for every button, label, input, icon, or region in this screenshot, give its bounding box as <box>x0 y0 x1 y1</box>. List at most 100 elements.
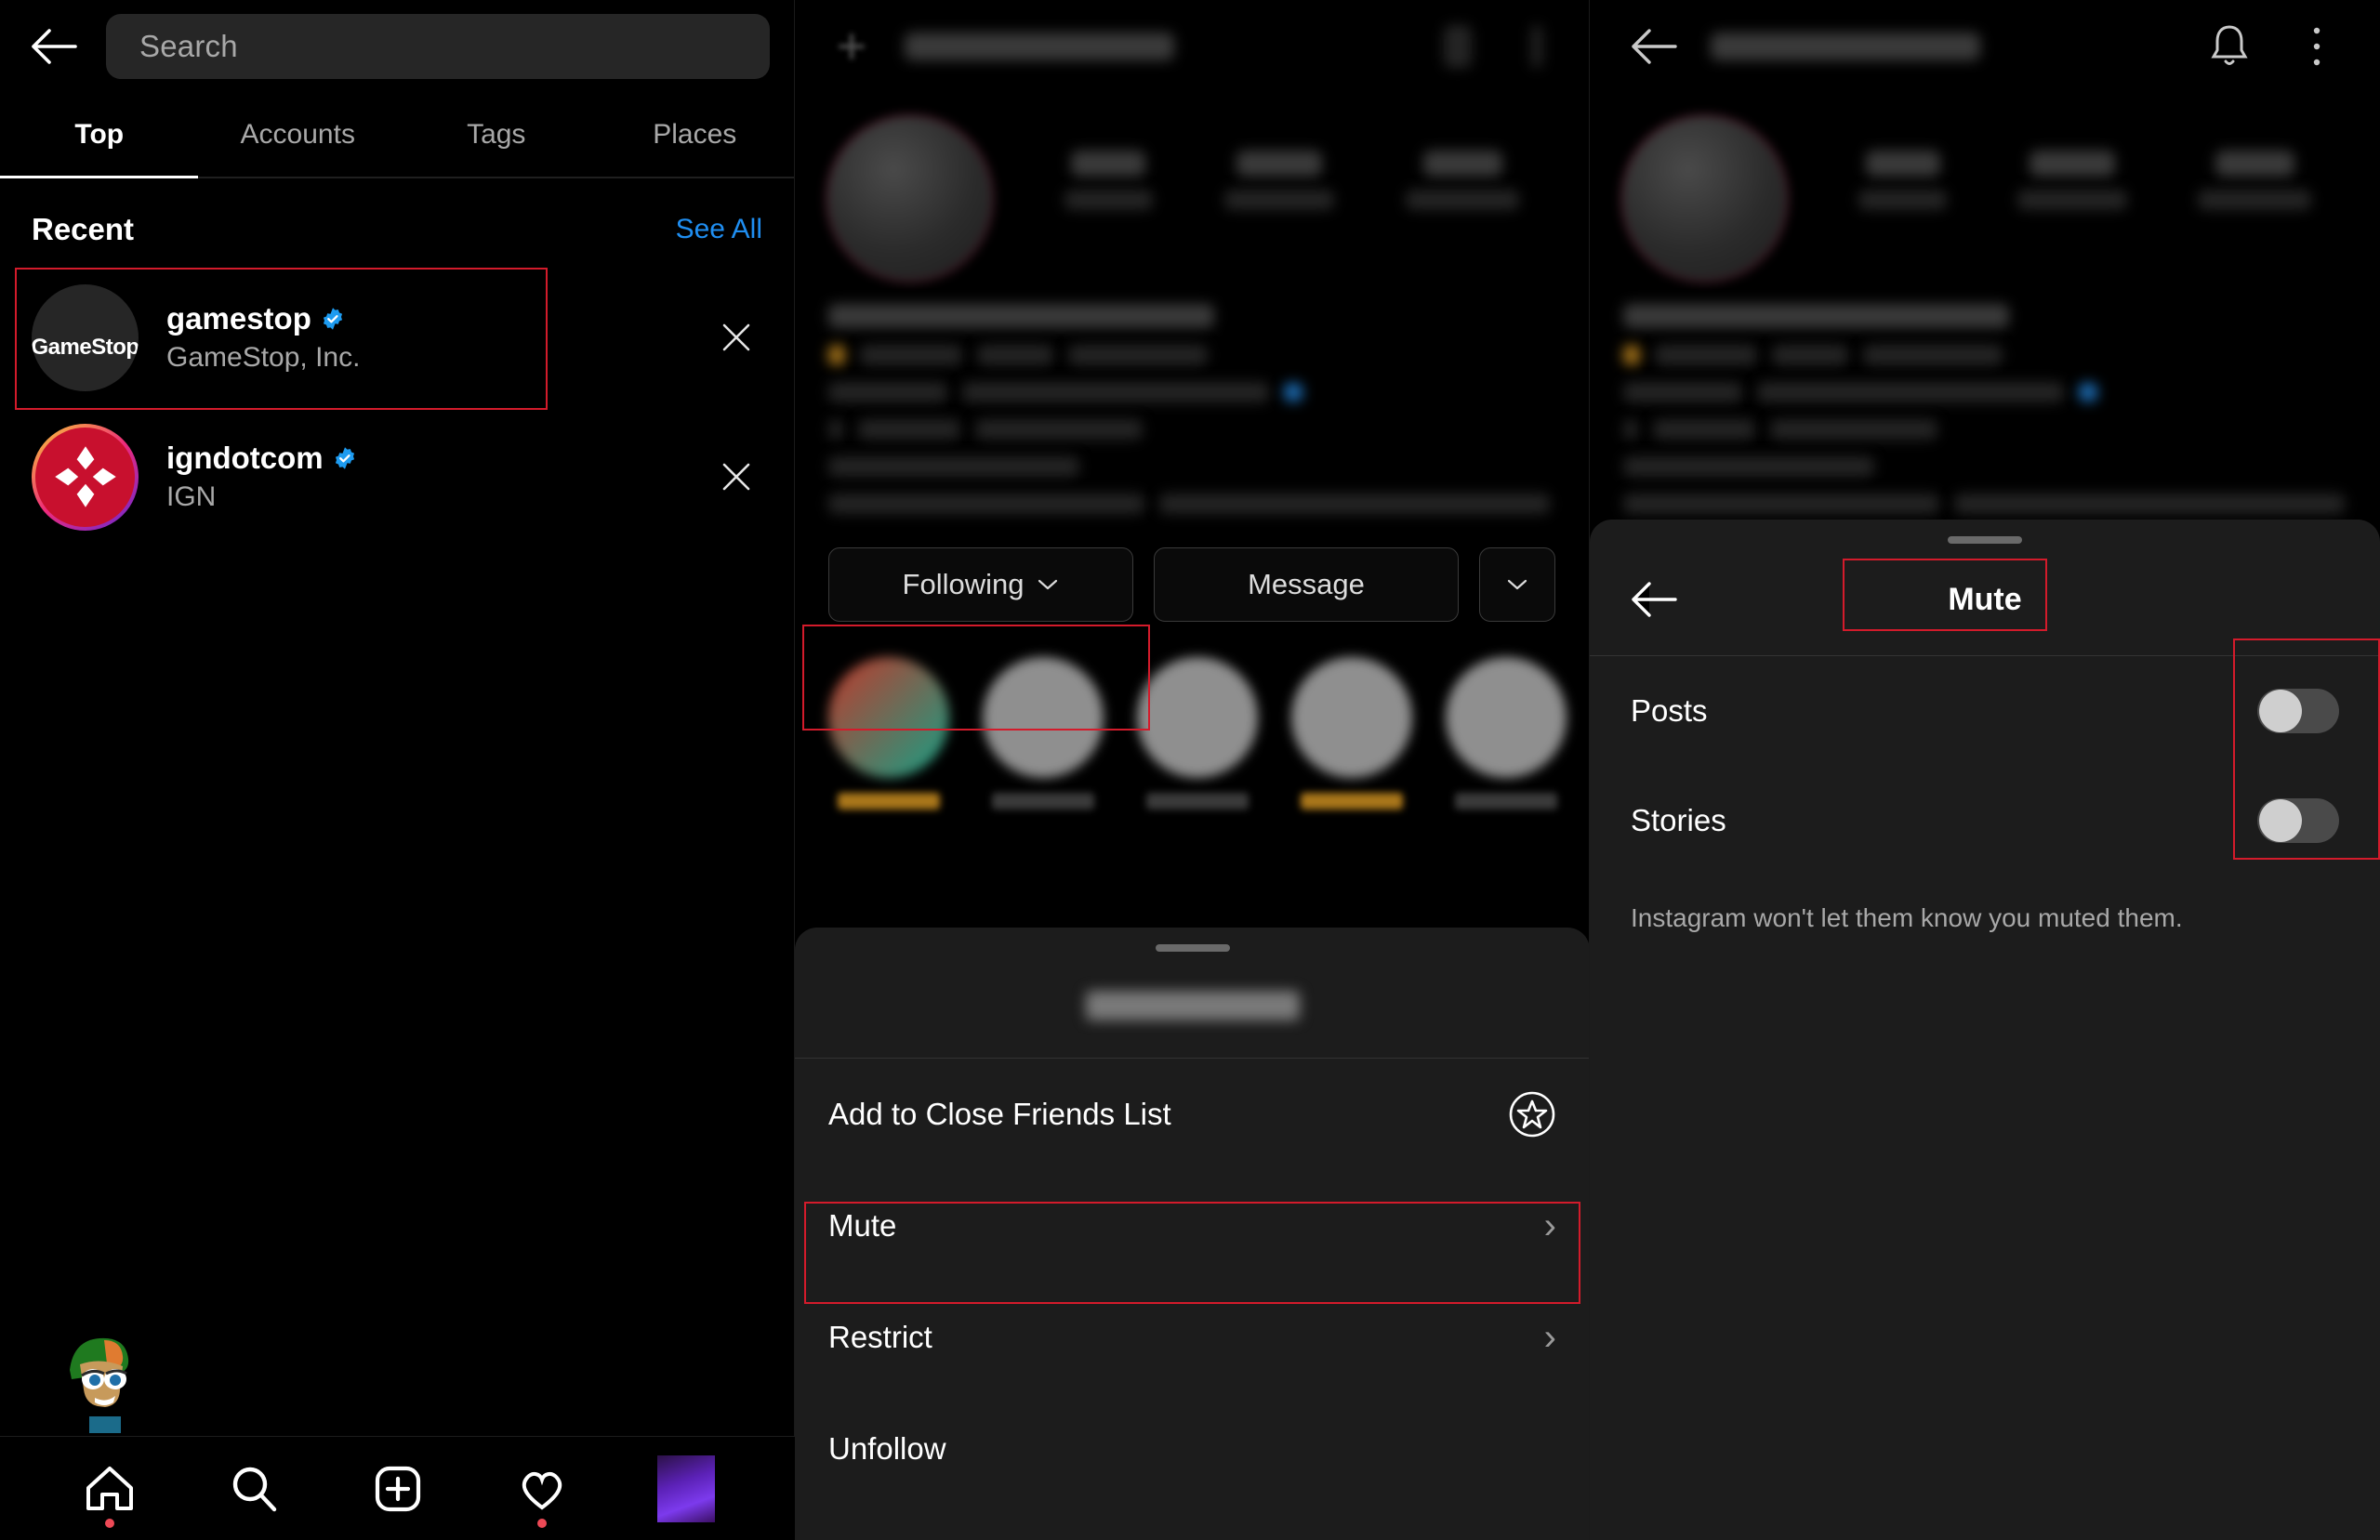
menu-item-unfollow[interactable]: Unfollow <box>795 1393 1589 1505</box>
highlight-item[interactable] <box>1291 657 1412 809</box>
list-item[interactable]: igndotcom IGN <box>0 407 794 546</box>
menu-item-label: Add to Close Friends List <box>828 1097 1171 1131</box>
account-username-row: gamestop <box>166 301 682 336</box>
highlight-item[interactable] <box>1137 657 1258 809</box>
list-item[interactable]: GameStop gamestop GameStop, Inc. <box>0 268 794 407</box>
verified-badge-icon <box>335 447 354 469</box>
more-vertical-icon[interactable] <box>2287 17 2347 76</box>
stat-following <box>2198 151 2311 210</box>
close-icon[interactable] <box>710 451 762 503</box>
bio-line <box>1623 304 2009 328</box>
mute-posts-label: Posts <box>1631 693 1708 728</box>
bio-line <box>828 304 1214 328</box>
plus-icon[interactable] <box>823 18 880 75</box>
mute-stories-toggle[interactable] <box>2257 798 2339 843</box>
menu-item-mute[interactable]: Mute › <box>795 1170 1589 1282</box>
tab-places[interactable]: Places <box>596 93 795 177</box>
bio-line <box>828 419 1555 440</box>
nav-activity[interactable] <box>505 1452 579 1528</box>
menu-item-restrict[interactable]: Restrict › <box>795 1282 1589 1393</box>
tab-accounts-label: Accounts <box>240 119 355 150</box>
chevron-down-icon <box>1038 579 1058 590</box>
mute-stories-row[interactable]: Stories <box>1590 766 2380 875</box>
profile-stats <box>1028 117 1555 210</box>
message-button[interactable]: Message <box>1154 547 1459 622</box>
nav-create[interactable] <box>361 1452 435 1526</box>
close-icon[interactable] <box>710 311 762 363</box>
mute-sheet-header: Mute <box>1590 544 2380 655</box>
search-topbar: Search <box>0 0 794 93</box>
search-input[interactable]: Search <box>106 14 770 79</box>
account-text: igndotcom IGN <box>166 441 682 513</box>
profile-avatar-icon <box>656 1454 715 1522</box>
mute-topbar <box>1590 0 2380 93</box>
avatar <box>46 1322 149 1433</box>
avatar-label: GameStop <box>32 335 139 360</box>
menu-item-close-friends[interactable]: Add to Close Friends List <box>795 1059 1589 1170</box>
bio-line <box>1623 456 1874 477</box>
bottom-navigation-bar <box>0 1436 795 1540</box>
chevron-down-icon <box>1507 579 1527 590</box>
back-arrow-icon[interactable] <box>1623 17 1683 76</box>
highlight-item[interactable] <box>828 657 949 809</box>
stat-posts[interactable] <box>1064 151 1153 210</box>
avatar: GameStop <box>32 283 139 391</box>
sheet-grabber[interactable] <box>1948 536 2022 544</box>
nav-profile[interactable] <box>649 1452 723 1526</box>
more-options-button[interactable] <box>1479 547 1555 622</box>
menu-item-label: Unfollow <box>828 1431 946 1466</box>
verified-badge-icon <box>323 308 342 330</box>
search-tabs: Top Accounts Tags Places <box>0 93 794 177</box>
menu-item-label: Mute <box>828 1208 897 1243</box>
mute-note-text: Instagram won't let them know you muted … <box>1631 903 2183 932</box>
stat-following[interactable] <box>1406 151 1520 210</box>
chevron-right-icon: › <box>1543 1316 1556 1358</box>
mute-sheet: Mute Posts Stories Instagram won't let t… <box>1590 520 2380 1540</box>
ign-logo-icon <box>35 427 135 527</box>
following-button[interactable]: Following <box>828 547 1133 622</box>
tab-tags-label: Tags <box>467 119 526 150</box>
account-username: igndotcom <box>166 441 324 475</box>
plus-square-icon <box>375 1466 420 1511</box>
highlight-item[interactable] <box>983 657 1104 809</box>
mute-stories-label: Stories <box>1631 803 1726 837</box>
profile-username-redacted <box>1711 33 1980 60</box>
mute-posts-row[interactable]: Posts <box>1590 656 2380 766</box>
tab-top-label: Top <box>74 119 125 150</box>
star-circle-icon <box>1509 1091 1555 1138</box>
profile-username-redacted <box>905 33 1174 60</box>
stat-followers[interactable] <box>1223 151 1334 210</box>
menu-item-label: Restrict <box>828 1320 932 1354</box>
sheet-title-redacted <box>1085 991 1300 1020</box>
bell-icon[interactable] <box>2200 17 2259 76</box>
topbar-menu-redacted <box>1531 25 1542 68</box>
heart-icon <box>522 1471 562 1509</box>
back-arrow-icon[interactable] <box>24 18 82 75</box>
sheet-grabber[interactable] <box>1155 944 1230 952</box>
profile-panel: Following Message Add to Close Friends L… <box>795 0 1590 1540</box>
stat-posts <box>1858 151 1947 210</box>
following-label: Following <box>902 568 1025 600</box>
stat-followers <box>2017 151 2127 210</box>
topbar-icon-redacted <box>1444 25 1472 68</box>
search-placeholder: Search <box>139 29 238 63</box>
mute-posts-toggle[interactable] <box>2257 689 2339 733</box>
nav-home[interactable] <box>73 1452 147 1528</box>
highlight-item[interactable] <box>1446 657 1567 809</box>
account-subtitle: GameStop, Inc. <box>166 342 361 373</box>
account-subtitle: IGN <box>166 481 217 512</box>
tab-accounts[interactable]: Accounts <box>199 93 398 177</box>
recent-title: Recent <box>32 212 135 246</box>
bio-line <box>1623 419 2347 440</box>
see-all-link[interactable]: See All <box>676 214 762 245</box>
profile-bio <box>795 280 1589 514</box>
nav-search[interactable] <box>217 1452 291 1526</box>
bio-link <box>828 494 1555 514</box>
tab-tags[interactable]: Tags <box>397 93 596 177</box>
account-username-row: igndotcom <box>166 441 682 476</box>
bio-line <box>828 382 1555 402</box>
notification-dot <box>536 1518 547 1528</box>
avatar[interactable] <box>828 117 991 280</box>
profile-stats <box>1823 117 2347 210</box>
tab-top[interactable]: Top <box>0 93 199 177</box>
